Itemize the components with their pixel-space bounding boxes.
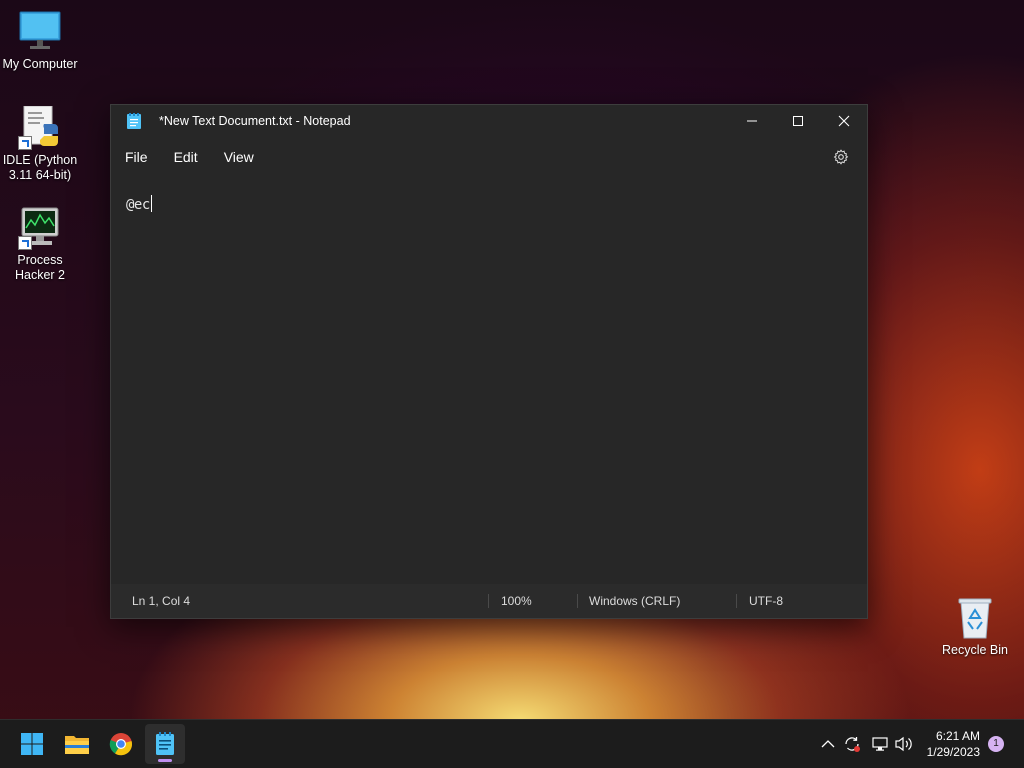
notepad-taskbar-button[interactable] [145,724,185,764]
chrome-icon [109,733,133,756]
status-separator [577,594,578,608]
shortcut-arrow-icon [18,136,32,150]
recycle-bin-icon [953,596,997,640]
minimize-button[interactable] [729,105,775,137]
desktop-icon-recycle-bin[interactable]: Recycle Bin [935,596,1015,658]
title-bar[interactable]: *New Text Document.txt - Notepad [111,105,867,137]
minimize-icon [747,120,757,122]
maximize-icon [793,116,803,126]
desktop-icon-label: Recycle Bin [942,643,1008,657]
windows-logo-icon [21,733,43,755]
speaker-icon [895,736,912,752]
editor-content: @ec [126,195,152,213]
taskbar: 6:21 AM 1/29/2023 1 [0,719,1024,768]
monitor-icon [18,10,62,54]
python-idle-icon [18,105,62,150]
gear-icon [833,149,849,165]
menu-bar: File Edit View [111,137,867,177]
settings-button[interactable] [825,141,857,173]
chevron-up-icon [821,740,835,748]
text-caret [150,195,152,212]
desktop-icon-label: IDLE (Python 3.11 64-bit) [2,153,78,182]
volume-tray-button[interactable] [894,734,914,754]
clock-time: 6:21 AM [935,729,980,743]
status-separator [736,594,737,608]
close-button[interactable] [821,105,867,137]
sync-icon [845,737,860,752]
desktop-icon-label: Process Hacker 2 [14,253,66,282]
notepad-icon [156,732,174,755]
status-position: Ln 1, Col 4 [132,594,191,608]
desktop-icon-idle-python[interactable]: IDLE (Python 3.11 64-bit) [0,105,80,183]
status-encoding: UTF-8 [749,594,783,608]
close-icon [838,115,850,127]
sync-tray-button[interactable] [842,734,862,754]
network-icon [872,737,888,751]
folder-icon [65,736,89,754]
desktop-icon-label: My Computer [2,57,78,71]
menu-file[interactable]: File [112,141,161,173]
process-hacker-icon [18,206,62,250]
status-separator [488,594,489,608]
notification-badge[interactable]: 1 [988,736,1004,752]
desktop-icon-my-computer[interactable]: My Computer [0,10,80,72]
show-hidden-icons-button[interactable] [818,734,838,754]
notepad-icon [127,113,141,129]
chrome-button[interactable] [101,724,141,764]
file-explorer-button[interactable] [57,724,97,764]
status-bar: Ln 1, Col 4 100% Windows (CRLF) UTF-8 [111,584,867,618]
maximize-button[interactable] [775,105,821,137]
start-button[interactable] [12,724,52,764]
menu-edit[interactable]: Edit [161,141,211,173]
clock[interactable]: 6:21 AM 1/29/2023 [927,728,980,760]
notepad-window[interactable]: *New Text Document.txt - Notepad File Ed… [110,104,868,619]
text-editor[interactable]: @ec [111,177,867,584]
status-line-ending: Windows (CRLF) [589,594,681,608]
status-zoom: 100% [501,594,532,608]
clock-date: 1/29/2023 [926,745,980,759]
network-tray-button[interactable] [870,734,890,754]
shortcut-arrow-icon [18,236,32,250]
window-title: *New Text Document.txt - Notepad [159,114,351,128]
desktop-icon-process-hacker[interactable]: Process Hacker 2 [0,206,80,283]
menu-view[interactable]: View [211,141,267,173]
active-app-indicator [158,759,172,762]
